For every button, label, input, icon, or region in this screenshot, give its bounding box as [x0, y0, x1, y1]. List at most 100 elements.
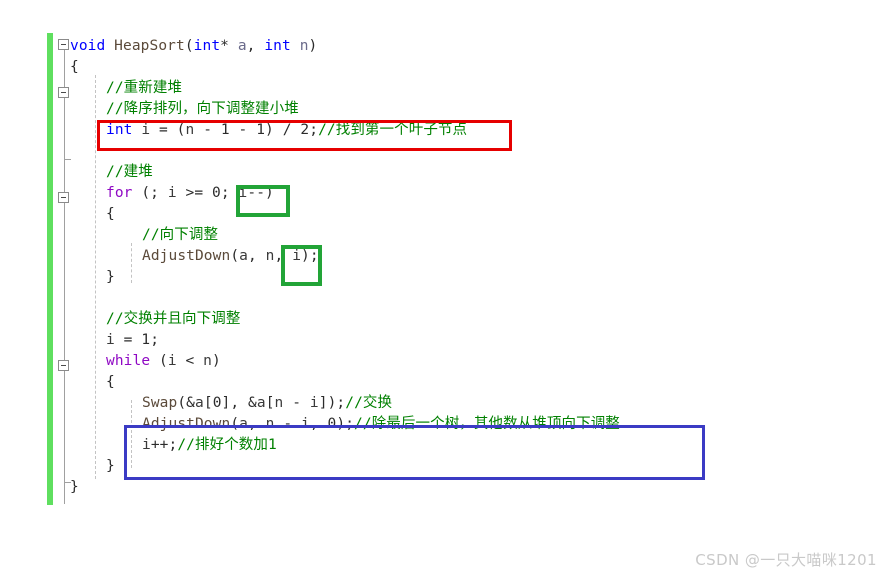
code-token: n [265, 416, 275, 432]
code-line[interactable]: //降序排列，向下调整建小堆 [106, 99, 299, 120]
code-token: ; [309, 122, 319, 138]
code-token: - [274, 416, 302, 432]
code-token: //排好个数加1 [177, 437, 277, 453]
code-token: { [70, 59, 79, 75]
code-line[interactable]: //向下调整 [142, 225, 218, 246]
code-token: //向下调整 [142, 227, 219, 243]
code-token: < [176, 353, 204, 369]
code-token: } [106, 458, 115, 474]
code-token: i [309, 395, 319, 411]
code-token: //建堆 [106, 164, 153, 180]
code-token: - [194, 122, 221, 138]
code-line[interactable]: i = 1; [106, 330, 159, 351]
code-token: 1 [220, 122, 230, 138]
code-token: , [248, 248, 266, 264]
code-editor[interactable]: void HeapSort(int* a, int n){//重新建堆//降序排… [0, 0, 895, 584]
code-line[interactable]: { [106, 372, 115, 393]
code-token: 0 [212, 185, 221, 201]
code-token: ( [184, 38, 194, 54]
code-token: , [248, 416, 266, 432]
code-token: --) [247, 185, 274, 201]
code-token: n [265, 248, 275, 264]
code-line[interactable]: void HeapSort(int* a, int n) [70, 36, 317, 57]
code-token: ) / [265, 122, 301, 138]
code-token: * [220, 38, 238, 54]
code-token: ); [301, 248, 319, 264]
code-token: 1 [256, 122, 266, 138]
code-token: i [167, 185, 177, 201]
code-line[interactable]: } [106, 456, 115, 477]
code-line[interactable]: } [70, 477, 79, 498]
code-token: { [106, 374, 115, 390]
code-token: ; [220, 185, 239, 201]
code-token: //交换并且向下调整 [106, 311, 241, 327]
code-token: int [106, 122, 133, 138]
code-token: ( [230, 248, 240, 264]
code-token: 1 [141, 332, 151, 348]
code-line[interactable]: while (i < n) [106, 351, 221, 372]
code-token: ; [150, 332, 160, 348]
code-line[interactable]: int i = (n - 1 - 1) / 2;//找到第一个叶子节点 [106, 120, 467, 141]
code-token: a [239, 248, 248, 264]
code-token: int [264, 38, 291, 54]
code-token: i [106, 332, 115, 348]
code-token: ) [212, 353, 221, 369]
code-line[interactable]: for (; i >= 0; i--) [106, 183, 274, 204]
code-token: ( [230, 416, 240, 432]
code-token: ]); [318, 395, 346, 411]
code-line[interactable]: AdjustDown(a, n - i, 0);//除最后一个树，其他数从堆顶向… [142, 414, 620, 435]
csdn-watermark: CSDN @一只大喵咪1201 [695, 551, 877, 569]
code-token: } [106, 269, 115, 285]
code-token: a [239, 416, 248, 432]
code-token: = ( [150, 122, 186, 138]
code-token: = [114, 332, 142, 348]
code-token: , [246, 38, 265, 54]
code-token: //除最后一个树，其他数从堆顶向下调整 [354, 416, 620, 432]
code-token: //交换 [345, 395, 393, 411]
code-token: a [237, 38, 247, 54]
code-token: //降序排列，向下调整建小堆 [106, 101, 299, 117]
code-token: AdjustDown [142, 416, 231, 432]
code-token: i [141, 122, 151, 138]
code-token: , [309, 416, 328, 432]
code-token: ) [308, 38, 318, 54]
code-line[interactable]: } [106, 267, 115, 288]
code-line[interactable]: { [106, 204, 115, 225]
code-line[interactable]: //建堆 [106, 162, 153, 183]
code-token: n [299, 38, 309, 54]
code-token: Swap [142, 395, 178, 411]
code-token: n [203, 353, 213, 369]
code-token: i [301, 416, 310, 432]
code-token: for [106, 185, 133, 201]
code-token: - [283, 395, 310, 411]
code-token: int [193, 38, 221, 54]
code-token: a [256, 395, 266, 411]
code-token: (; [132, 185, 168, 201]
code-token: void [70, 38, 106, 54]
code-token: ); [336, 416, 355, 432]
code-line[interactable]: //重新建堆 [106, 78, 182, 99]
code-token: ( [150, 353, 168, 369]
code-token: (& [177, 395, 195, 411]
code-token: , [274, 248, 293, 264]
code-line[interactable]: i++;//排好个数加1 [142, 435, 277, 456]
code-token: HeapSort [114, 38, 185, 54]
code-token: } [70, 479, 79, 495]
code-token: ++; [150, 437, 178, 453]
code-token: ], & [221, 395, 257, 411]
code-token: - [229, 122, 257, 138]
code-token: >= [176, 185, 212, 201]
code-token: //重新建堆 [106, 80, 183, 96]
code-token: a [195, 395, 204, 411]
code-line[interactable]: { [70, 57, 79, 78]
code-token: i [142, 437, 151, 453]
code-line[interactable]: AdjustDown(a, n, i); [142, 246, 319, 267]
code-line[interactable]: Swap(&a[0], &a[n - i]);//交换 [142, 393, 392, 414]
code-token: 0 [212, 395, 222, 411]
code-token: 2 [300, 122, 310, 138]
code-token: { [106, 206, 115, 222]
code-text-area[interactable]: void HeapSort(int* a, int n){//重新建堆//降序排… [0, 0, 895, 584]
code-token: i [167, 353, 177, 369]
code-line[interactable]: //交换并且向下调整 [106, 309, 240, 330]
